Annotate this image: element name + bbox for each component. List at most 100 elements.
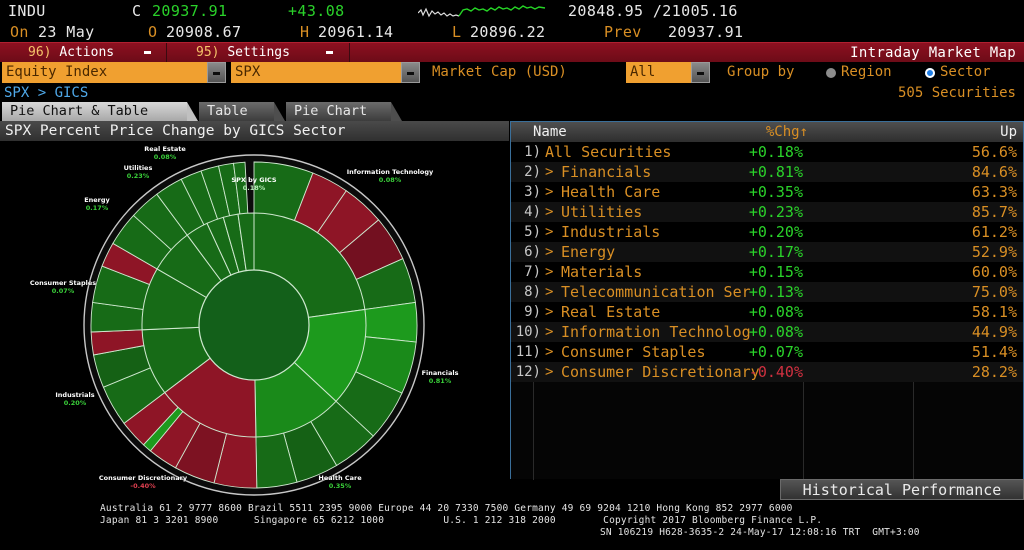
asset-class-select[interactable]: Equity Index — [2, 62, 207, 83]
table-row[interactable]: 8) > Telecommunication Ser +0.13% 75.0% — [511, 282, 1023, 302]
row-pct-change: +0.23% — [748, 203, 803, 221]
row-sector-name[interactable]: Industrials — [561, 222, 660, 242]
footer: Australia 61 2 9777 8600 Brazil 5511 239… — [0, 500, 1024, 550]
sparkline-icon — [418, 5, 546, 18]
table-row[interactable]: 2) > Financials +0.81% 84.6% — [511, 162, 1023, 182]
session-date: 23 May — [38, 23, 95, 41]
expand-chevron-right-icon[interactable]: > — [545, 242, 553, 262]
row-pct-change: +0.13% — [748, 283, 803, 301]
tab-pie-chart-and-table[interactable]: Pie Chart & Table — [2, 102, 198, 121]
group-by-sector-radio[interactable] — [925, 68, 935, 78]
table-row[interactable]: 11) > Consumer Staples +0.07% 51.4% — [511, 342, 1023, 362]
expand-chevron-right-icon[interactable]: > — [545, 342, 553, 362]
action-toolbar: 96) Actions 95) Settings Intraday Market… — [0, 42, 1024, 63]
table-row[interactable]: 10) > Information Technolog +0.08% 44.9% — [511, 322, 1023, 342]
high-label: H — [300, 23, 310, 41]
price-change: +43.08 — [288, 2, 345, 20]
table-row[interactable]: 7) > Materials +0.15% 60.0% — [511, 262, 1023, 282]
tab-bar: Pie Chart & Table Table Pie Chart — [0, 102, 1024, 121]
row-sector-name[interactable]: All Securities — [545, 142, 671, 162]
expand-chevron-right-icon[interactable]: > — [545, 162, 553, 182]
market-cap-select[interactable]: All — [626, 62, 691, 83]
market-cap-chevron-down-icon[interactable] — [691, 62, 710, 83]
pie-center-value: 0.18% — [242, 184, 266, 192]
expand-chevron-right-icon[interactable]: > — [545, 262, 553, 282]
chart-title: SPX Percent Price Change by GICS Sector — [0, 121, 509, 141]
settings-menu-number: 95) — [196, 45, 220, 60]
table-row[interactable]: 9) > Real Estate +0.08% 58.1% — [511, 302, 1023, 322]
expand-chevron-right-icon[interactable]: > — [545, 182, 553, 202]
group-by-sector-label[interactable]: Sector — [940, 62, 991, 83]
expand-chevron-right-icon[interactable]: > — [545, 302, 553, 322]
row-pct-change: +0.08% — [748, 303, 803, 321]
row-sector-name[interactable]: Health Care — [561, 182, 660, 202]
last-price-prefix: C — [132, 2, 142, 20]
screen-title: Intraday Market Map — [850, 45, 1016, 61]
pie-chart-panel[interactable]: SPX by GICS 0.18% Information Technology… — [0, 141, 509, 501]
table-row[interactable]: 1) All Securities +0.18% 56.6% — [511, 142, 1023, 162]
column-header-up[interactable]: Up — [1000, 122, 1017, 142]
quote-header: INDU C 20937.91 +43.08 20848.95 /21005.1… — [0, 0, 1024, 42]
expand-chevron-right-icon[interactable]: > — [545, 202, 553, 222]
row-index: 11) — [515, 344, 541, 360]
row-sector-name[interactable]: Utilities — [561, 202, 642, 222]
table-row[interactable]: 3) > Health Care +0.35% 63.3% — [511, 182, 1023, 202]
row-pct-up: 84.6% — [971, 163, 1017, 181]
group-by-region-radio[interactable] — [826, 68, 836, 78]
row-pct-up: 28.2% — [971, 363, 1017, 381]
sunburst-chart[interactable] — [0, 141, 509, 501]
ticker-select[interactable]: SPX — [231, 62, 401, 83]
prev-value: 20937.91 — [668, 23, 744, 41]
row-pct-up: 60.0% — [971, 263, 1017, 281]
row-pct-change: +0.20% — [748, 223, 803, 241]
row-sector-name[interactable]: Consumer Staples — [561, 342, 706, 362]
row-pct-up: 52.9% — [971, 243, 1017, 261]
table-row[interactable]: 12) > Consumer Discretionary -0.40% 28.2% — [511, 362, 1023, 382]
tab-pie-chart-and-table-label: Pie Chart & Table — [10, 103, 149, 119]
market-cap-label: Market Cap (USD) — [432, 64, 567, 80]
column-header-pct-change[interactable]: %Chg↑ — [766, 122, 808, 142]
row-sector-name[interactable]: Energy — [561, 242, 615, 262]
settings-menu-button[interactable]: 95) Settings — [190, 43, 350, 63]
ticker-chevron-down-icon[interactable] — [401, 62, 420, 83]
row-index: 6) — [524, 244, 541, 260]
high-value: 20961.14 — [318, 23, 394, 41]
breadcrumb[interactable]: SPX > GICS — [4, 84, 88, 102]
tab-slant-decoration — [274, 102, 285, 121]
row-pct-up: 61.2% — [971, 223, 1017, 241]
expand-chevron-right-icon[interactable]: > — [545, 362, 553, 382]
table-header-row: Name %Chg↑ Up — [511, 122, 1023, 142]
footer-line-3: SN 106219 H628-3635-2 24-May-17 12:08:16… — [600, 527, 920, 538]
row-sector-name[interactable]: Real Estate — [561, 302, 660, 322]
table-row[interactable]: 5) > Industrials +0.20% 61.2% — [511, 222, 1023, 242]
column-header-name[interactable]: Name — [533, 122, 567, 142]
expand-chevron-right-icon[interactable]: > — [545, 222, 553, 242]
settings-chevron-down-icon — [326, 51, 333, 54]
historical-performance-button[interactable]: Historical Performance — [780, 479, 1024, 500]
expand-chevron-right-icon[interactable]: > — [545, 282, 553, 302]
filter-toolbar: Equity Index SPX Market Cap (USD) All Gr… — [0, 62, 1024, 84]
row-index: 5) — [524, 224, 541, 240]
asset-class-chevron-down-icon[interactable] — [207, 62, 226, 83]
group-by-region-label[interactable]: Region — [841, 62, 892, 83]
row-sector-name[interactable]: Materials — [561, 262, 642, 282]
actions-menu-label: Actions — [59, 45, 115, 60]
table-row[interactable]: 4) > Utilities +0.23% 85.7% — [511, 202, 1023, 222]
row-index: 12) — [515, 364, 541, 380]
settings-menu-label: Settings — [227, 45, 290, 60]
tab-table[interactable]: Table — [199, 102, 285, 121]
ticker-symbol[interactable]: INDU — [8, 1, 46, 21]
low-label: L — [452, 23, 462, 41]
row-index: 9) — [524, 304, 541, 320]
pie-center-label: SPX by GICS 0.18% — [204, 176, 304, 192]
row-sector-name[interactable]: Financials — [561, 162, 651, 182]
actions-menu-button[interactable]: 96) Actions — [22, 43, 167, 63]
footer-line-2: Japan 81 3 3201 8900 Singapore 65 6212 1… — [100, 515, 823, 526]
row-pct-up: 51.4% — [971, 343, 1017, 361]
expand-chevron-right-icon[interactable]: > — [545, 322, 553, 342]
table-row[interactable]: 6) > Energy +0.17% 52.9% — [511, 242, 1023, 262]
securities-count: 505 Securities — [897, 85, 1016, 101]
row-pct-change: +0.08% — [748, 323, 803, 341]
tab-slant-decoration — [187, 102, 198, 121]
tab-pie-chart[interactable]: Pie Chart — [286, 102, 402, 121]
